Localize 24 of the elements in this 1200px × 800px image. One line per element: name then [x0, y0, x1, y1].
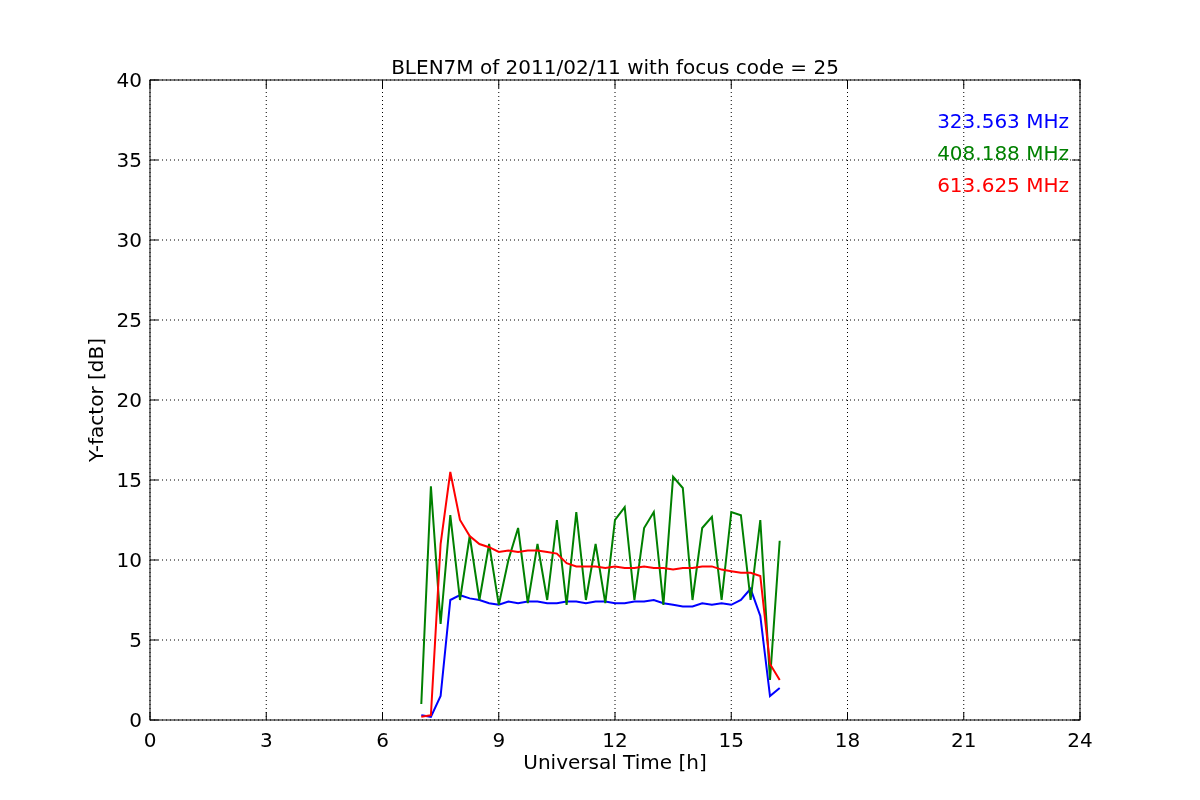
legend-label: 408.188 MHz: [937, 141, 1069, 165]
y-tick-label: 0: [129, 708, 142, 732]
y-tick-label: 5: [129, 628, 142, 652]
x-axis-label: Universal Time [h]: [523, 750, 707, 774]
y-tick-label: 15: [116, 468, 142, 492]
y-tick-label: 20: [116, 388, 142, 412]
chart-title: BLEN7M of 2011/02/11 with focus code = 25: [391, 55, 839, 79]
y-tick-label: 25: [116, 308, 142, 332]
y-axis-label: Y-factor [dB]: [84, 338, 108, 462]
y-tick-label: 30: [116, 228, 142, 252]
y-tick-label: 10: [116, 548, 142, 572]
legend-label: 613.625 MHz: [937, 173, 1069, 197]
x-tick-label: 12: [602, 728, 628, 752]
y-tick-label: 35: [116, 148, 142, 172]
x-tick-label: 18: [834, 728, 861, 752]
x-tick-label: 0: [143, 728, 157, 752]
x-tick-label: 3: [259, 728, 273, 752]
x-tick-label: 15: [718, 728, 744, 752]
x-tick-label: 9: [492, 728, 506, 752]
y-tick-label: 40: [116, 68, 142, 92]
x-tick-label: 21: [951, 728, 977, 752]
legend-label: 323.563 MHz: [937, 109, 1069, 133]
x-tick-label: 6: [376, 728, 389, 752]
x-tick-label: 24: [1067, 728, 1093, 752]
